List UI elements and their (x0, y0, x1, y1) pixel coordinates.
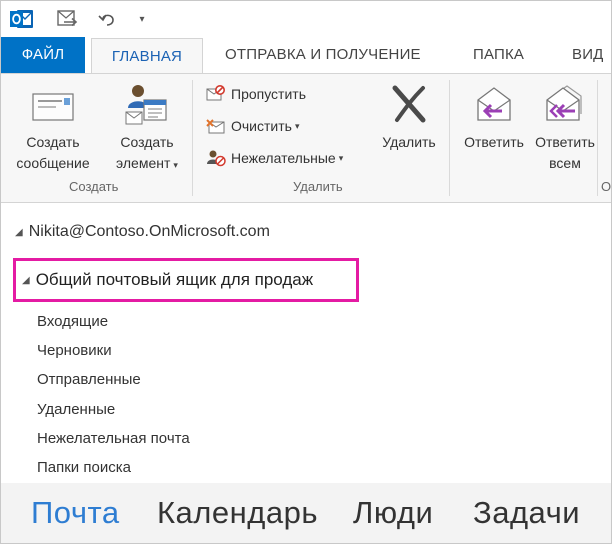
reply-all-label-line1: Ответить (535, 134, 595, 150)
folder-deleted[interactable]: Удаленные (37, 401, 115, 418)
ribbon-home: Создать сообщение Создать элемент ▾ Созда… (1, 73, 612, 203)
reply-icon (455, 82, 533, 126)
reply-all-icon (533, 82, 597, 126)
reply-all-button[interactable]: Ответить всем (533, 82, 597, 174)
account-node[interactable]: ◢ Nikita@Contoso.OnMicrosoft.com (15, 223, 270, 241)
junk-label: Нежелательные (231, 150, 336, 166)
clean-up-button[interactable]: Очистить ▾ (205, 114, 299, 138)
new-items-button[interactable]: Создать элемент ▾ (105, 82, 189, 176)
new-items-label-line1: Создать (120, 134, 174, 150)
delete-icon (373, 82, 445, 126)
folder-sent[interactable]: Отправленные (37, 371, 141, 388)
nav-mail[interactable]: Почта (31, 495, 120, 531)
reply-button[interactable]: Ответить (455, 82, 533, 153)
nav-calendar[interactable]: Календарь (157, 495, 318, 531)
shared-mailbox-label: Общий почтовый ящик для продаж (35, 270, 314, 289)
ribbon-tabs: ФАЙЛ ГЛАВНАЯ ОТПРАВКА И ПОЛУЧЕНИЕ ПАПКА … (1, 37, 611, 75)
reply-label: Ответить (464, 134, 524, 150)
nav-people[interactable]: Люди (353, 495, 433, 531)
reply-all-label-line2: всем (549, 155, 581, 171)
quick-access-toolbar: ▾ (1, 1, 611, 37)
dropdown-caret-icon: ▾ (338, 152, 344, 163)
folder-search[interactable]: Папки поиска (37, 459, 131, 476)
tab-send-receive[interactable]: ОТПРАВКА И ПОЛУЧЕНИЕ (225, 37, 421, 73)
new-items-label-line2: элемент ▾ (105, 153, 189, 176)
ignore-label: Пропустить (231, 86, 306, 102)
customize-toolbar-icon[interactable]: ▾ (135, 8, 149, 30)
group-label-delete: Удалить (293, 179, 343, 194)
collapse-triangle-icon[interactable]: ◢ (22, 275, 30, 286)
dropdown-caret-icon: ▾ (173, 160, 178, 170)
group-separator (192, 80, 193, 196)
junk-button[interactable]: Нежелательные ▾ (205, 146, 343, 170)
clean-up-label: Очистить (231, 118, 292, 134)
new-items-label-text: элемент (116, 155, 171, 171)
delete-button[interactable]: Удалить (373, 82, 445, 153)
tab-view[interactable]: ВИД (572, 37, 604, 73)
group-separator (449, 80, 450, 196)
clean-up-icon (205, 115, 227, 137)
ignore-button[interactable]: Пропустить (205, 82, 306, 106)
tab-home[interactable]: ГЛАВНАЯ (91, 38, 203, 75)
shared-mailbox-node[interactable]: ◢ Общий почтовый ящик для продаж (13, 258, 359, 302)
dropdown-caret-icon: ▾ (294, 120, 300, 131)
group-label-respond: О (601, 179, 612, 194)
delete-label: Удалить (382, 134, 436, 150)
folder-drafts[interactable]: Черновики (37, 342, 112, 359)
group-separator (597, 80, 598, 196)
tab-file[interactable]: ФАЙЛ (1, 37, 85, 73)
folder-junk[interactable]: Нежелательная почта (37, 430, 190, 447)
group-label-create: Создать (69, 179, 119, 194)
ignore-icon (205, 83, 227, 105)
folder-inbox[interactable]: Входящие (37, 313, 108, 330)
new-email-label-line1: Создать (26, 134, 80, 150)
account-email: Nikita@Contoso.OnMicrosoft.com (28, 223, 270, 240)
outlook-window: ▾ ФАЙЛ ГЛАВНАЯ ОТПРАВКА И ПОЛУЧЕНИЕ ПАПК… (0, 0, 612, 544)
new-items-icon (105, 82, 189, 126)
undo-icon[interactable] (97, 8, 119, 30)
send-receive-icon[interactable] (55, 8, 79, 30)
outlook-logo-icon (9, 8, 35, 30)
navigation-bar: Почта Календарь Люди Задачи (1, 483, 611, 543)
tab-folder[interactable]: ПАПКА (473, 37, 524, 73)
nav-tasks[interactable]: Задачи (473, 495, 580, 531)
new-email-label-line2: сообщение (16, 155, 90, 171)
collapse-triangle-icon[interactable]: ◢ (15, 227, 23, 238)
junk-icon (205, 147, 227, 169)
envelope-icon (7, 82, 99, 122)
new-email-button[interactable]: Создать сообщение (7, 82, 99, 174)
